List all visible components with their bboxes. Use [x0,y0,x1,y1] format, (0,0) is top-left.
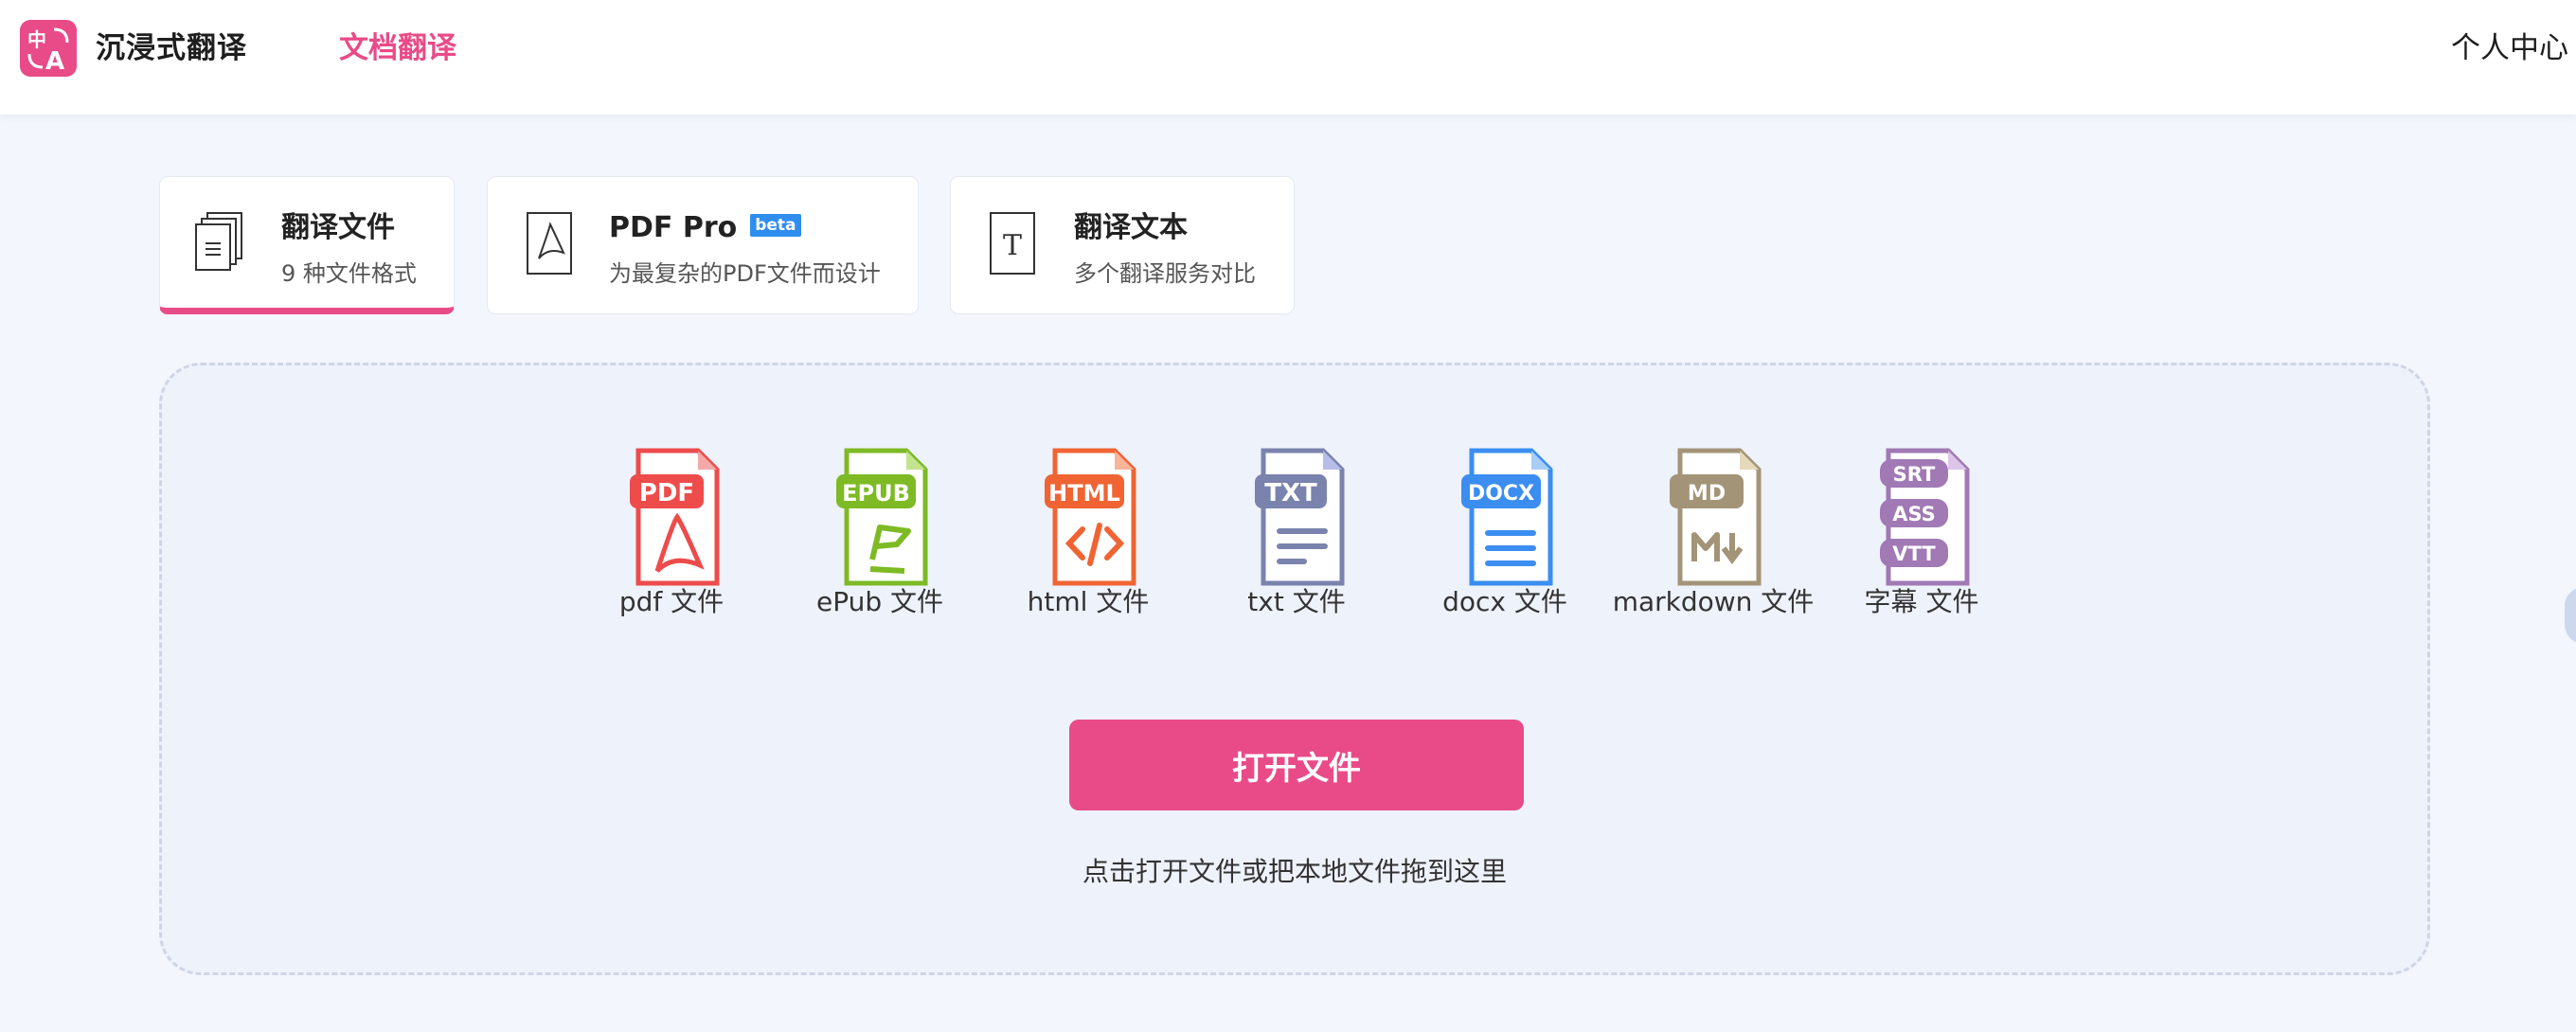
format-markdown: MD markdown 文件 [1609,446,1817,635]
beta-badge: beta [750,213,801,237]
format-label: txt 文件 [1247,586,1346,617]
tab-pdf-pro[interactable]: PDF Pro beta 为最复杂的PDF文件而设计 [487,176,919,314]
tab-title: PDF Pro beta [609,209,801,247]
brand-name[interactable]: 沉浸式翻译 [96,28,247,68]
markdown-file-icon: MD [1670,448,1762,586]
tab-subtitle: 为最复杂的PDF文件而设计 [609,260,881,287]
pdf-document-icon [527,212,572,275]
subtitle-file-icon: SRT ASS VTT [1880,448,1970,586]
nav-personal-center[interactable]: 个人中心 [2451,28,2568,68]
docx-file-icon: DOCX [1461,448,1553,586]
format-label: html 文件 [1027,586,1150,617]
tab-subtitle: 9 种文件格式 [281,260,417,287]
tab-title: 翻译文件 [281,211,395,244]
tab-translate-text[interactable]: T 翻译文本 多个翻译服务对比 [950,176,1295,314]
svg-text:EPUB: EPUB [842,480,910,507]
format-label: 字幕 文件 [1864,586,1979,617]
tab-title: 翻译文本 [1074,211,1188,244]
open-file-button[interactable]: 打开文件 [1069,720,1524,810]
svg-text:VTT: VTT [1892,543,1936,565]
text-document-icon: T [990,212,1035,275]
svg-text:ASS: ASS [1892,503,1936,525]
format-label: pdf 文件 [618,586,724,617]
svg-text:TXT: TXT [1264,479,1317,507]
svg-text:SRT: SRT [1893,463,1936,486]
format-label: markdown 文件 [1612,586,1815,617]
svg-text:HTML: HTML [1048,480,1120,507]
svg-text:T: T [1003,229,1022,262]
tab-title-text: PDF Pro [609,211,738,244]
format-subtitle: SRT ASS VTT 字幕 文件 [1817,446,2026,635]
nav-document-translate[interactable]: 文档翻译 [339,28,456,68]
svg-text:中: 中 [27,28,46,51]
format-pdf: PDF pdf 文件 [567,446,776,635]
top-header: 中 A 沉浸式翻译 文档翻译 个人中心 [0,0,2576,115]
format-list: PDF pdf 文件 EPUB ePub 文件 HTML html 文件 TXT… [162,446,2427,635]
pdf-file-icon: PDF [630,448,720,586]
app-logo-icon[interactable]: 中 A [20,20,77,77]
epub-file-icon: EPUB [836,448,928,586]
tab-subtitle: 多个翻译服务对比 [1074,260,1256,287]
format-label: ePub 文件 [815,586,944,617]
files-stack-icon [195,212,242,271]
drop-hint-text: 点击打开文件或把本地文件拖到这里 [1082,856,1507,887]
format-epub: EPUB ePub 文件 [776,446,984,635]
html-file-icon: HTML [1045,448,1136,586]
format-html: HTML html 文件 [984,446,1192,635]
file-drop-zone[interactable]: PDF pdf 文件 EPUB ePub 文件 HTML html 文件 TXT… [159,363,2430,975]
txt-file-icon: TXT [1255,448,1345,586]
tab-translate-file[interactable]: 翻译文件 9 种文件格式 [159,176,455,314]
format-txt: TXT txt 文件 [1192,446,1401,635]
side-floating-handle[interactable] [2565,587,2576,644]
svg-text:DOCX: DOCX [1468,482,1534,506]
svg-text:MD: MD [1688,482,1726,506]
svg-text:A: A [45,47,64,76]
svg-text:PDF: PDF [639,479,694,507]
format-label: docx 文件 [1442,586,1567,617]
format-docx: DOCX docx 文件 [1401,446,1609,635]
